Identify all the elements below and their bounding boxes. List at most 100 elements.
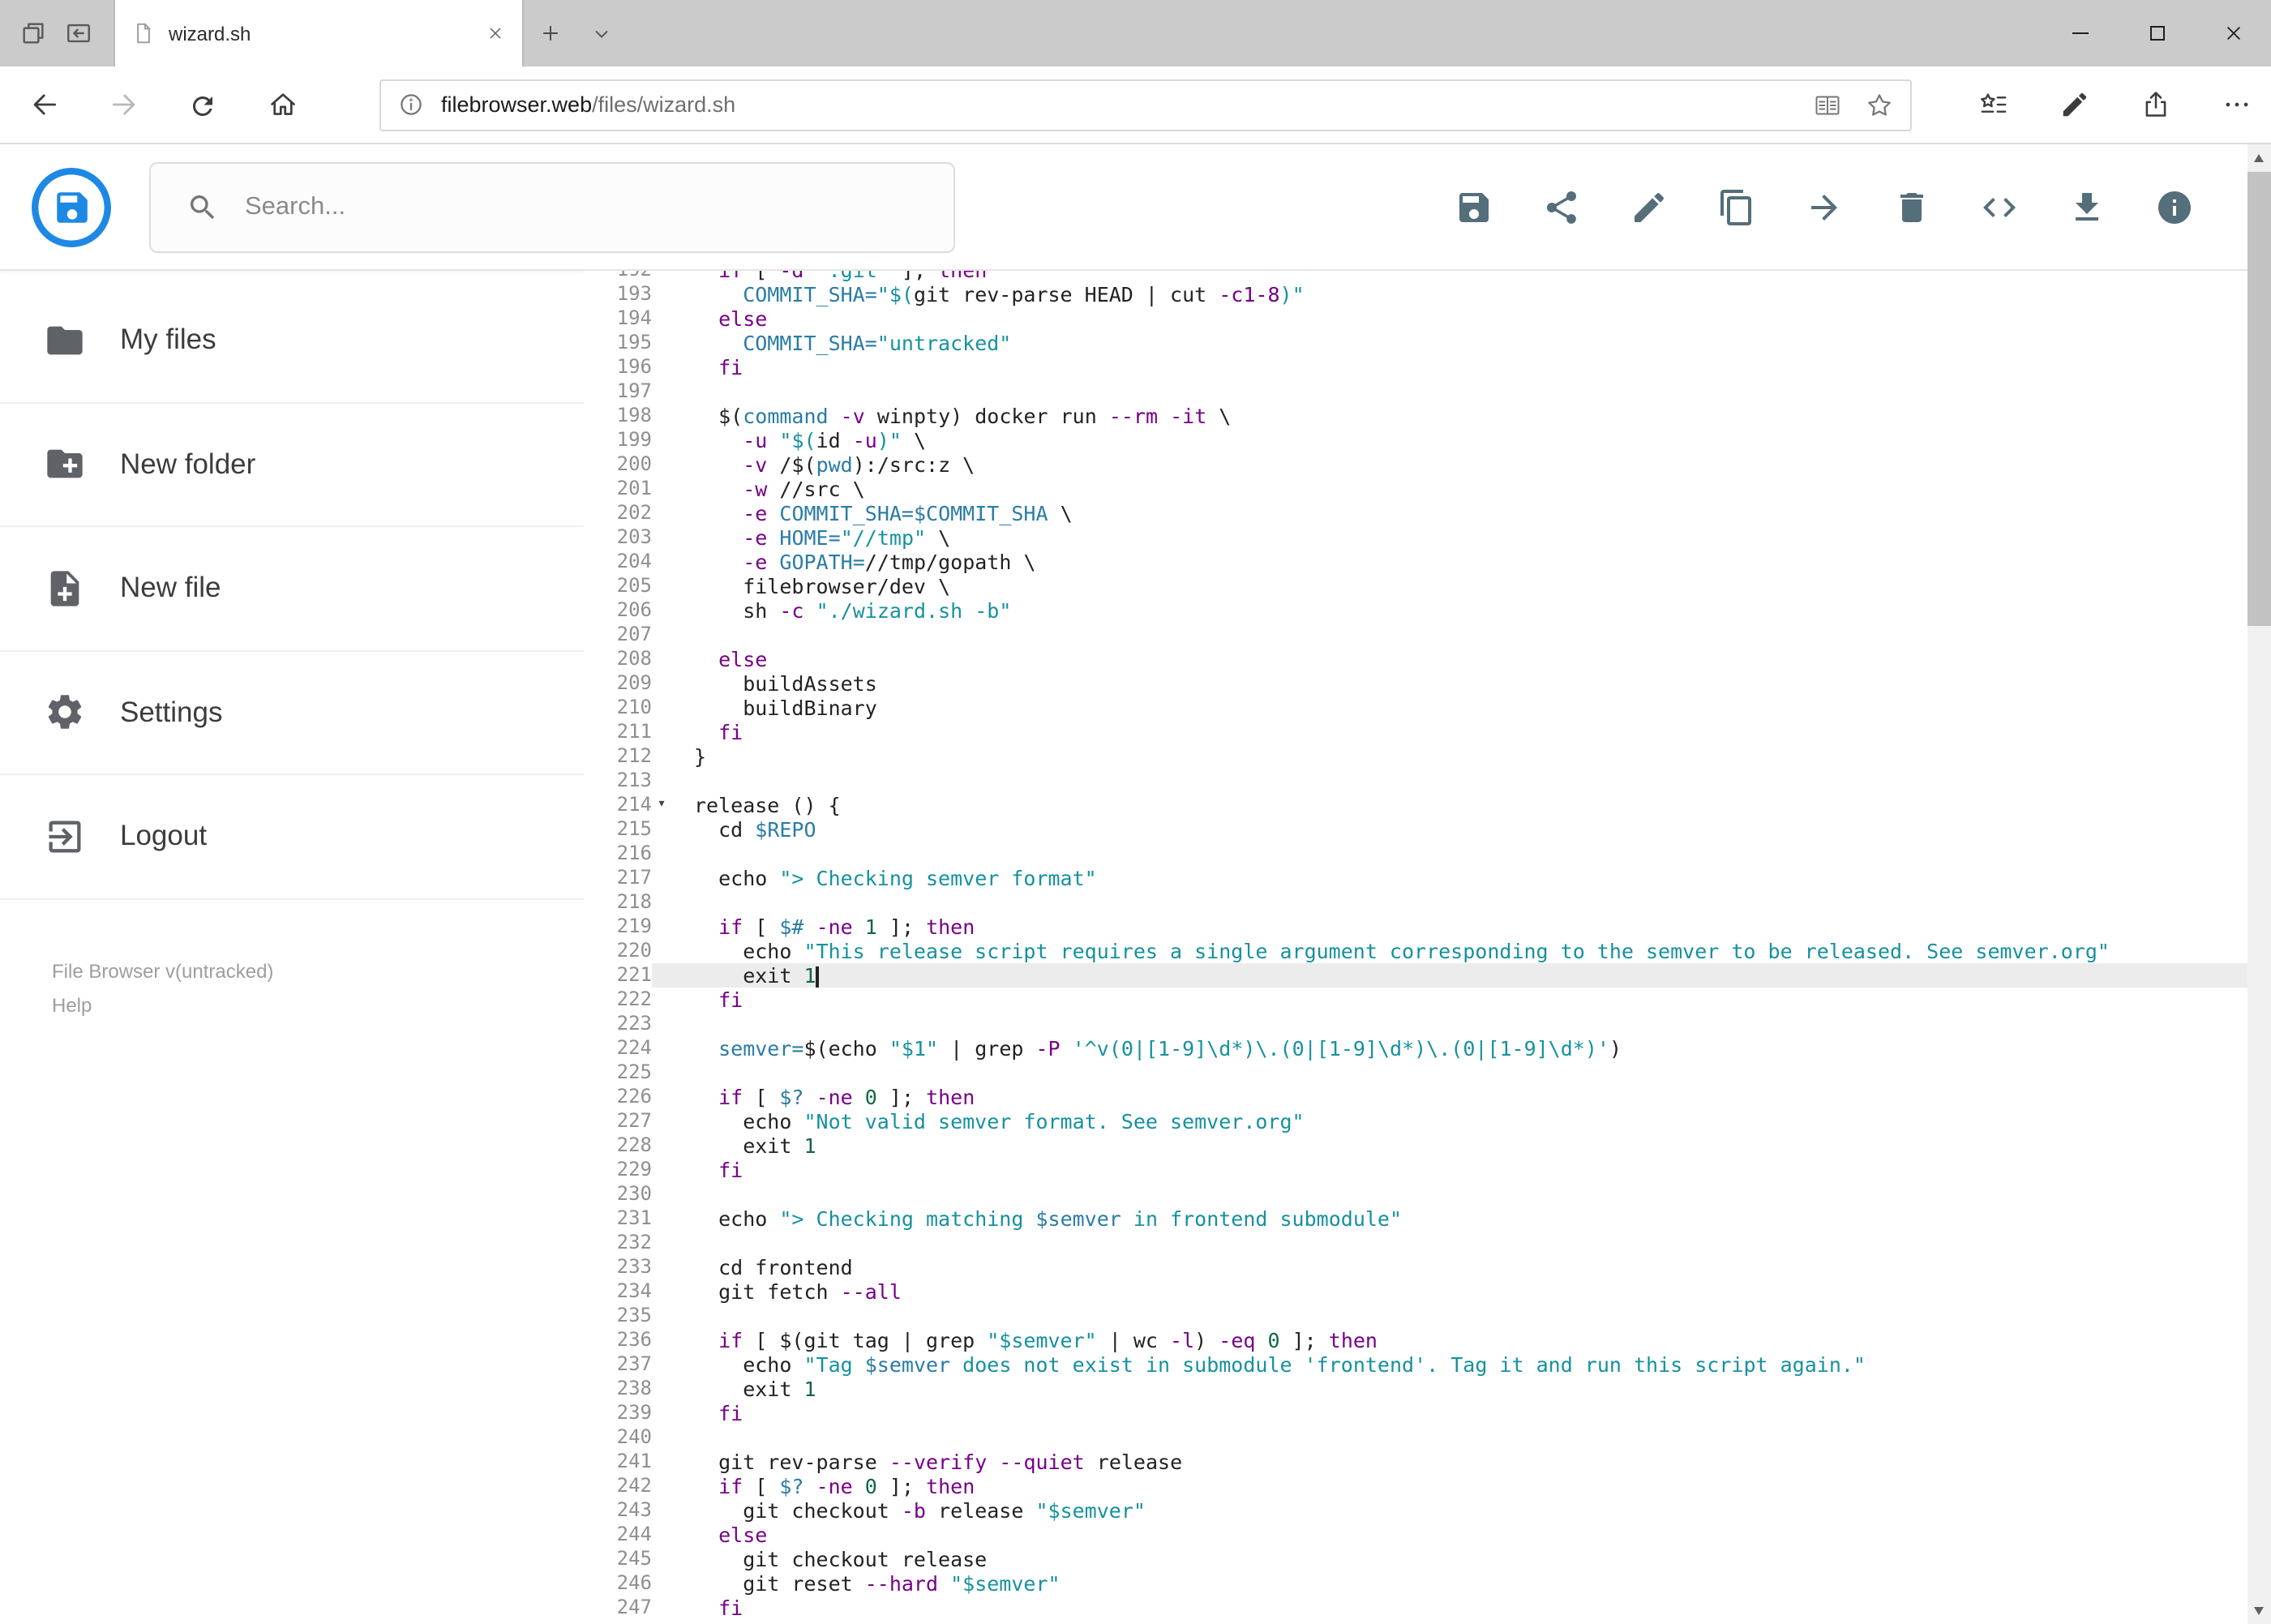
sidebar-item-new-file[interactable]: New file <box>0 527 584 651</box>
code-text[interactable]: COMMIT_SHA="untracked" <box>671 331 2247 355</box>
tabs-set-aside-icon[interactable] <box>10 11 55 56</box>
code-line-212[interactable]: 212} <box>584 744 2247 769</box>
code-text[interactable]: exit 1 <box>671 963 2247 988</box>
code-text[interactable]: if [ $? -ne 0 ]; then <box>671 1085 2247 1109</box>
code-line-221[interactable]: 221 exit 1 <box>584 963 2247 988</box>
code-line-197[interactable]: 197 <box>584 379 2247 404</box>
code-text[interactable]: git checkout -b release "$semver" <box>671 1498 2247 1523</box>
help-link[interactable]: Help <box>52 990 92 1019</box>
code-text[interactable]: echo "> Checking semver format" <box>671 866 2247 890</box>
code-line-210[interactable]: 210 buildBinary <box>584 696 2247 720</box>
code-line-211[interactable]: 211 fi <box>584 720 2247 744</box>
code-line-227[interactable]: 227 echo "Not valid semver format. See s… <box>584 1109 2247 1133</box>
code-text[interactable]: release () { <box>671 793 2247 817</box>
code-line-247[interactable]: 247 fi <box>584 1596 2247 1620</box>
annotate-pen-icon[interactable] <box>2042 72 2106 137</box>
scrollbar-thumb[interactable] <box>2247 172 2271 626</box>
code-line-193[interactable]: 193 COMMIT_SHA="$(git rev-parse HEAD | c… <box>584 282 2247 306</box>
code-line-198[interactable]: 198 $(command -v winpty) docker run --rm… <box>584 404 2247 428</box>
code-line-226[interactable]: 226 if [ $? -ne 0 ]; then <box>584 1085 2247 1109</box>
code-line-242[interactable]: 242 if [ $? -ne 0 ]; then <box>584 1474 2247 1498</box>
code-text[interactable]: COMMIT_SHA="$(git rev-parse HEAD | cut -… <box>671 282 2247 306</box>
code-line-217[interactable]: 217 echo "> Checking semver format" <box>584 866 2247 890</box>
code-text[interactable]: fi <box>671 1401 2247 1425</box>
maximize-button[interactable] <box>2119 0 2195 66</box>
home-button[interactable] <box>250 72 315 137</box>
code-line-196[interactable]: 196 fi <box>584 355 2247 379</box>
code-text[interactable]: fi <box>671 1158 2247 1182</box>
sidebar-item-settings[interactable]: Settings <box>0 651 584 775</box>
code-line-219[interactable]: 219 if [ $# -ne 1 ]; then <box>584 915 2247 939</box>
reading-view-icon[interactable] <box>1813 90 1842 119</box>
code-text[interactable]: -e GOPATH=//tmp/gopath \ <box>671 550 2247 574</box>
move-button[interactable] <box>1804 187 1843 226</box>
code-line-238[interactable]: 238 exit 1 <box>584 1377 2247 1401</box>
refresh-button[interactable] <box>170 72 235 137</box>
code-line-204[interactable]: 204 -e GOPATH=//tmp/gopath \ <box>584 550 2247 574</box>
code-line-205[interactable]: 205 filebrowser/dev \ <box>584 574 2247 598</box>
code-line-216[interactable]: 216 <box>584 842 2247 866</box>
code-text[interactable]: cd frontend <box>671 1255 2247 1279</box>
code-text[interactable]: git checkout release <box>671 1547 2247 1571</box>
raw-code-button[interactable] <box>1979 187 2018 226</box>
code-line-207[interactable]: 207 <box>584 623 2247 647</box>
code-text[interactable]: fi <box>671 1596 2247 1620</box>
code-text[interactable] <box>671 769 2247 793</box>
code-text[interactable] <box>671 842 2247 866</box>
code-text[interactable]: filebrowser/dev \ <box>671 574 2247 598</box>
code-text[interactable]: echo "Not valid semver format. See semve… <box>671 1109 2247 1133</box>
code-line-222[interactable]: 222 fi <box>584 988 2247 1012</box>
code-text[interactable] <box>671 1425 2247 1450</box>
code-line-239[interactable]: 239 fi <box>584 1401 2247 1425</box>
code-text[interactable] <box>671 1231 2247 1255</box>
download-button[interactable] <box>2067 187 2106 226</box>
page-info-icon[interactable] <box>397 90 426 119</box>
code-text[interactable]: cd $REPO <box>671 817 2247 842</box>
code-text[interactable]: sh -c "./wizard.sh -b" <box>671 598 2247 623</box>
tab-preview-chevron-icon[interactable] <box>576 0 628 66</box>
code-text[interactable]: git rev-parse --verify --quiet release <box>671 1450 2247 1474</box>
code-text[interactable]: -v /$(pwd):/src:z \ <box>671 452 2247 477</box>
info-button[interactable] <box>2154 187 2193 226</box>
code-line-236[interactable]: 236 if [ $(git tag | grep "$semver" | wc… <box>584 1328 2247 1352</box>
code-line-195[interactable]: 195 COMMIT_SHA="untracked" <box>584 331 2247 355</box>
code-line-208[interactable]: 208 else <box>584 647 2247 671</box>
delete-button[interactable] <box>1892 187 1930 226</box>
code-line-244[interactable]: 244 else <box>584 1523 2247 1547</box>
code-line-224[interactable]: 224 semver=$(echo "$1" | grep -P '^v(0|[… <box>584 1036 2247 1061</box>
code-text[interactable] <box>671 1012 2247 1036</box>
save-button[interactable] <box>1454 187 1493 226</box>
fold-marker-icon[interactable]: ▾ <box>652 793 671 817</box>
add-favorite-star-icon[interactable] <box>1865 90 1894 119</box>
code-line-234[interactable]: 234 git fetch --all <box>584 1279 2247 1304</box>
code-line-233[interactable]: 233 cd frontend <box>584 1255 2247 1279</box>
code-text[interactable]: buildBinary <box>671 696 2247 720</box>
code-text[interactable]: exit 1 <box>671 1377 2247 1401</box>
sidebar-item-logout[interactable]: Logout <box>0 775 584 899</box>
more-options-icon[interactable] <box>2204 72 2269 137</box>
code-text[interactable]: exit 1 <box>671 1133 2247 1158</box>
code-line-215[interactable]: 215 cd $REPO <box>584 817 2247 842</box>
code-line-235[interactable]: 235 <box>584 1304 2247 1328</box>
sidebar-item-my-files[interactable]: My files <box>0 279 584 403</box>
code-line-192[interactable]: 192 if [ -d ".git" ]; then <box>584 271 2247 282</box>
code-line-203[interactable]: 203 -e HOME="//tmp" \ <box>584 525 2247 550</box>
set-tabs-aside-icon[interactable] <box>55 11 101 56</box>
scroll-down-icon[interactable] <box>2247 1598 2271 1622</box>
search-input[interactable] <box>242 191 953 223</box>
code-text[interactable]: -e COMMIT_SHA=$COMMIT_SHA \ <box>671 501 2247 525</box>
code-text[interactable]: fi <box>671 355 2247 379</box>
page-scrollbar[interactable] <box>2247 144 2271 1624</box>
code-text[interactable]: git reset --hard "$semver" <box>671 1571 2247 1596</box>
code-text[interactable]: else <box>671 306 2247 331</box>
code-line-199[interactable]: 199 -u "$(id -u)" \ <box>584 428 2247 452</box>
code-line-194[interactable]: 194 else <box>584 306 2247 331</box>
code-text[interactable]: -u "$(id -u)" \ <box>671 428 2247 452</box>
code-line-206[interactable]: 206 sh -c "./wizard.sh -b" <box>584 598 2247 623</box>
code-line-243[interactable]: 243 git checkout -b release "$semver" <box>584 1498 2247 1523</box>
code-text[interactable]: $(command -v winpty) docker run --rm -it… <box>671 404 2247 428</box>
code-text[interactable]: echo "> Checking matching $semver in fro… <box>671 1206 2247 1231</box>
code-line-209[interactable]: 209 buildAssets <box>584 671 2247 696</box>
code-text[interactable]: if [ -d ".git" ]; then <box>671 271 2247 282</box>
code-line-230[interactable]: 230 <box>584 1182 2247 1206</box>
